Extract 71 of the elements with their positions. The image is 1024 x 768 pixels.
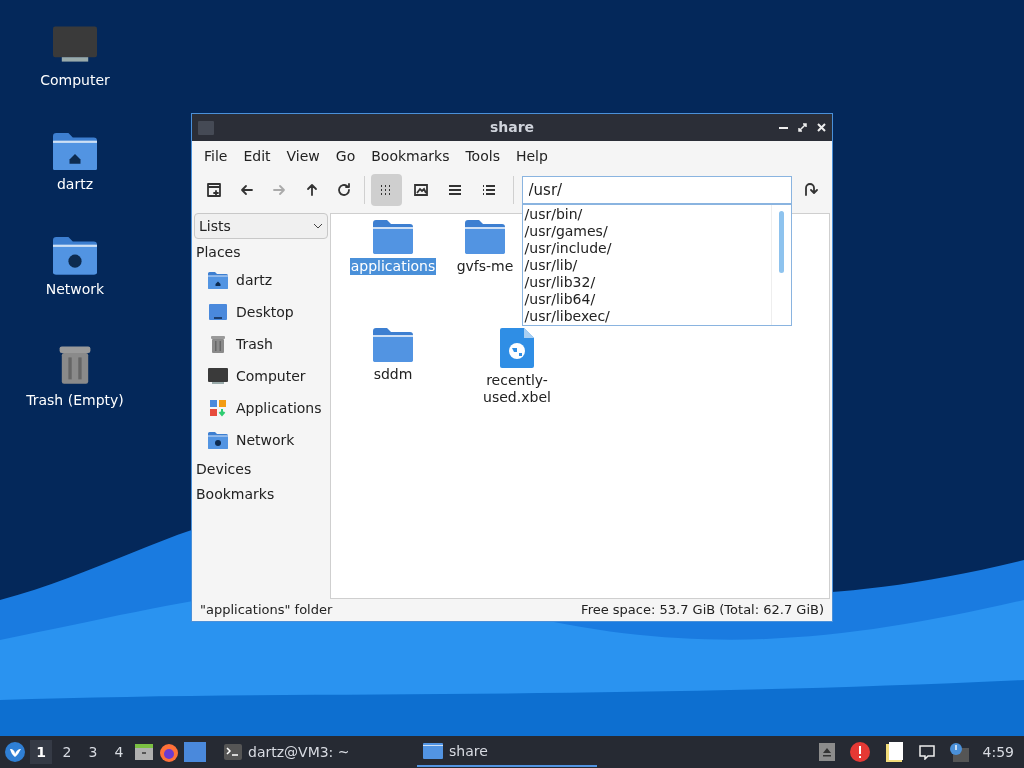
side-pane-dropdown[interactable]: Lists [194,213,328,239]
place-item[interactable]: Applications [194,392,328,424]
free-space-text: Free space: 53.7 GiB (Total: 62.7 GiB) [581,601,824,620]
file-name[interactable]: recently-used.xbel [469,372,565,406]
list-view-icon [481,182,498,198]
file-cabinet-icon[interactable] [134,742,154,762]
completion-item[interactable]: /usr/lib32/ [524,274,771,291]
completion-item[interactable]: /usr/games/ [524,223,771,240]
alert-icon[interactable] [848,741,871,763]
folder-icon [373,328,413,362]
clock[interactable]: 4:59 [982,741,1020,763]
chevron-down-icon [313,223,323,229]
task-button[interactable]: share [417,737,597,767]
desktop-icon-label[interactable]: Trash (Empty) [26,389,124,411]
scrollbar-thumb[interactable] [778,211,784,273]
menu-item[interactable]: File [196,145,236,167]
file-name[interactable]: gvfs-me [455,258,515,275]
menu-item[interactable]: Go [327,145,364,167]
place-item[interactable]: Desktop [194,296,328,328]
network-folder-icon [208,431,228,449]
terminal-icon [224,744,242,760]
compact-view-icon [447,182,464,198]
desktop-icon-label[interactable]: Computer [40,70,110,91]
menu-item[interactable]: Help [507,145,556,167]
status-text: "applications" folder [200,601,333,620]
window-title: share [489,118,535,137]
folder-icon [423,743,443,759]
home-folder-icon [208,271,228,289]
completion-item[interactable]: /usr/libexec/ [524,308,771,325]
start-menu-icon[interactable] [4,741,26,763]
completion-item[interactable]: /usr/lib/ [524,257,771,274]
eject-icon[interactable] [818,743,835,761]
menu-item[interactable]: Tools [457,145,508,167]
menu-item[interactable]: Edit [235,145,279,167]
completion-item[interactable]: /usr/lib64/ [524,291,771,308]
speech-bubble-icon[interactable] [918,744,935,760]
web-file-icon [500,328,534,368]
workspace-button[interactable]: 1 [30,740,52,764]
update-notifier-icon[interactable] [948,742,969,762]
task-button[interactable]: dartz@VM3: ~ [218,737,413,767]
network-folder-icon [53,237,97,275]
trash-icon [208,334,228,354]
place-item[interactable]: Network [194,424,328,456]
folder-icon [465,220,505,254]
maximize-icon[interactable] [798,123,807,132]
menu-item[interactable]: View [278,145,328,167]
home-folder-icon [53,133,97,171]
location-field[interactable]: /usr/ [521,176,792,204]
place-item[interactable]: dartz [194,264,328,296]
section-header[interactable]: Places [194,241,328,264]
workspace-button[interactable]: 2 [56,740,78,764]
clipboard-icon[interactable] [884,741,905,763]
desktop-icon [208,302,228,322]
menu-item[interactable]: Bookmarks [363,145,458,167]
apps-icon [208,398,228,418]
desktop-icon-label[interactable]: Network [45,278,105,300]
close-icon[interactable] [817,123,826,132]
section-header[interactable]: Devices [194,458,328,481]
window-icon [198,120,214,135]
folder-icon [373,220,413,254]
place-item[interactable]: Computer [194,360,328,392]
completion-item[interactable]: /usr/bin/ [524,206,771,223]
completion-item[interactable]: /usr/include/ [524,240,771,257]
workspace-button[interactable]: 4 [108,740,130,764]
section-header[interactable]: Bookmarks [194,483,328,506]
place-item[interactable]: Trash [194,328,328,360]
desktop-icon-label[interactable]: dartz [56,174,94,196]
workspace-button[interactable]: 3 [82,740,104,764]
thumbnail-view-icon [412,182,429,198]
file-name[interactable]: sddm [372,366,414,383]
monitor-icon [208,366,228,386]
